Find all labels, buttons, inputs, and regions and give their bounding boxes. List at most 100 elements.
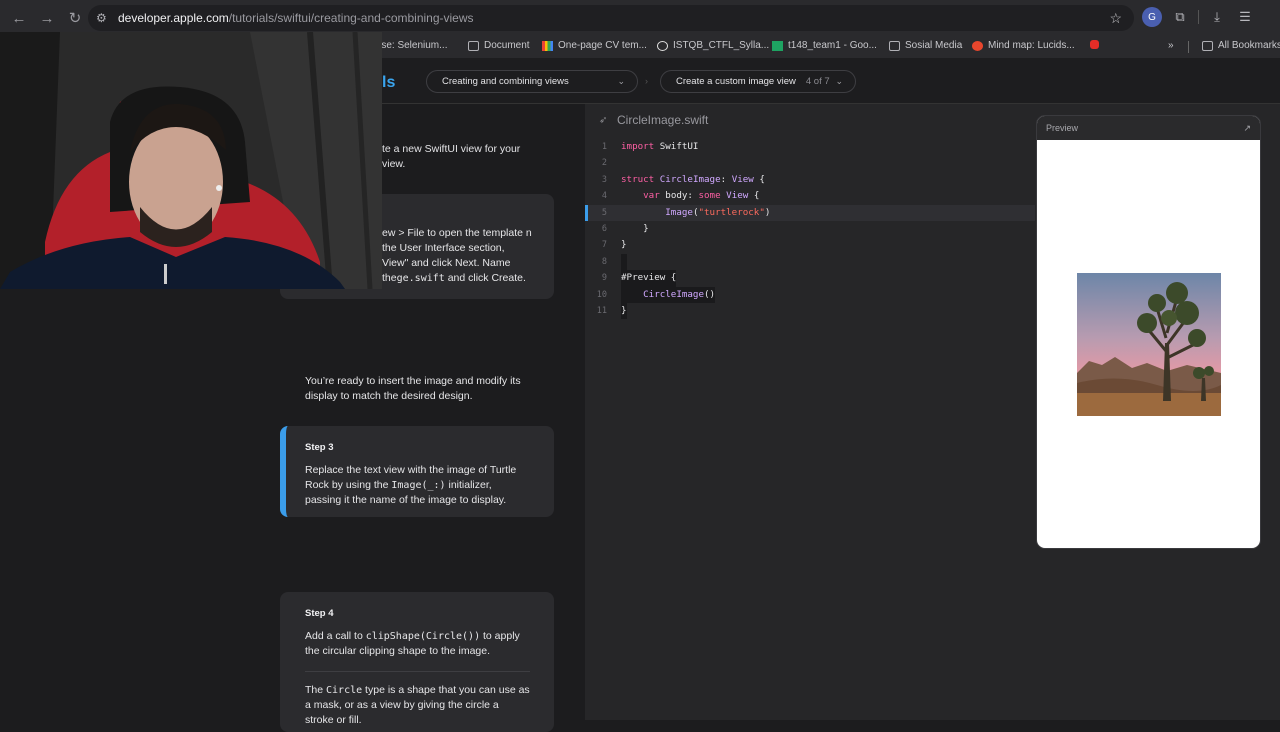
line-number: 7 — [601, 240, 607, 251]
step-body: The Circle type is a shape that you can … — [305, 683, 530, 728]
bookmark-item[interactable]: t148_team1 - Goo... — [772, 40, 877, 51]
line-number: 11 — [596, 305, 607, 316]
preview-panel: Preview ↗ — [1036, 115, 1261, 549]
globe-icon — [657, 40, 668, 51]
youtube-icon — [1090, 40, 1099, 49]
line-number: 6 — [601, 223, 607, 234]
code-line: 6 } — [585, 221, 1035, 237]
more-bookmarks-label: » — [1168, 40, 1174, 51]
step-title: Step 3 — [305, 442, 334, 453]
code-text: import SwiftUI — [621, 141, 699, 152]
address-bar[interactable]: ⚙ developer.apple.com/tutorials/swiftui/… — [88, 5, 1134, 31]
bookmark-label: Document — [484, 40, 530, 51]
bookmark-star-icon[interactable]: ☆ — [1109, 10, 1122, 27]
code-line-highlighted: 5 Image("turtlerock") — [585, 204, 1035, 222]
bookmark-item[interactable] — [1090, 40, 1099, 49]
all-bookmarks-label: All Bookmarks — [1218, 40, 1280, 51]
breadcrumb-separator-icon: › — [645, 76, 648, 86]
bookmark-item[interactable]: Sosial Media — [889, 40, 962, 51]
chevron-down-icon: ⌄ — [835, 76, 843, 86]
google-favicon-icon — [542, 40, 553, 51]
code-text: } — [621, 302, 627, 320]
bookmark-item[interactable]: rse: Selenium... — [378, 40, 447, 51]
bookmark-item[interactable]: One-page CV tem... — [542, 40, 647, 51]
site-info-icon[interactable]: ⚙ — [96, 11, 118, 25]
preview-title: Preview — [1046, 123, 1079, 133]
bookmark-label: One-page CV tem... — [558, 40, 647, 51]
section-select[interactable]: Create a custom image view 4 of 7 ⌄ — [660, 70, 856, 93]
step-code: Image(_:) — [391, 480, 446, 491]
bookmarks-divider — [1188, 41, 1189, 53]
folder-icon — [889, 40, 900, 51]
browser-toolbar: ← → ↻ ⚙ developer.apple.com/tutorials/sw… — [0, 0, 1280, 36]
step-code: Circle — [326, 685, 363, 696]
code-text: } — [621, 222, 649, 234]
turtlerock-image — [1077, 273, 1221, 416]
reload-icon[interactable]: ↻ — [62, 5, 88, 31]
bookmark-item[interactable]: Document — [468, 40, 530, 51]
code-text: Image("turtlerock") — [665, 206, 771, 218]
divider — [305, 671, 530, 672]
tutorial-select[interactable]: Creating and combining views ⌄ — [426, 70, 638, 93]
profile-menu-icon[interactable]: ☰ — [1235, 7, 1255, 27]
bookmark-item[interactable]: Mind map: Lucids... — [972, 40, 1075, 51]
line-number: 8 — [601, 256, 607, 267]
translate-extension-icon[interactable]: G — [1142, 7, 1162, 27]
line-number: 3 — [601, 174, 607, 185]
extensions-area: G ⧉ ⤓ ☰ — [1142, 7, 1255, 27]
file-name: CircleImage.swift — [617, 113, 709, 127]
code-line: 2 — [585, 155, 1035, 171]
bookmark-label: Sosial Media — [905, 40, 963, 51]
sheets-icon — [772, 40, 783, 51]
back-icon[interactable]: ← — [6, 5, 32, 31]
step-body: Replace the text view with the image of … — [305, 463, 530, 508]
step-title: Step 4 — [305, 608, 334, 619]
code-line: 7} — [585, 237, 1035, 253]
code-text: } — [621, 239, 627, 251]
step-body: Add a call to clipShape(Circle()) to app… — [305, 629, 530, 659]
preview-header: Preview ↗ — [1037, 116, 1260, 140]
code-line: 10 CircleImage() — [585, 286, 1035, 303]
line-number: 1 — [601, 142, 607, 152]
code-text: CircleImage() — [621, 286, 716, 303]
line-number: 5 — [601, 207, 607, 218]
folder-icon — [468, 40, 479, 51]
bookmark-label: t148_team1 - Goo... — [788, 40, 877, 51]
code-line: 1 import SwiftUI — [585, 139, 1035, 155]
file-tab: ➶ CircleImage.swift — [599, 113, 708, 127]
step-intro-text: te a new SwiftUI view for your view. — [382, 143, 521, 170]
bookmark-item[interactable]: ISTQB_CTFL_Sylla... — [657, 40, 769, 51]
step-text: The — [305, 684, 327, 696]
section-select-label: Create a custom image view — [676, 76, 796, 87]
step-text: and click Create. — [444, 272, 526, 284]
bookmark-label: Mind map: Lucids... — [988, 40, 1075, 51]
code-text: var body: some View { — [643, 190, 760, 202]
swift-icon: ➶ — [599, 115, 608, 126]
tutorial-select-label: Creating and combining views — [442, 76, 569, 87]
chevron-down-icon: ⌄ — [617, 76, 625, 86]
line-number: 2 — [601, 158, 607, 169]
section-paragraph: You’re ready to insert the image and mod… — [305, 375, 521, 402]
step-code: clipShape(Circle()) — [365, 631, 481, 642]
line-number: 10 — [596, 289, 607, 300]
code-line: 4 var body: some View { — [585, 188, 1035, 204]
brand-title[interactable]: ls — [382, 74, 395, 92]
expand-icon[interactable]: ↗ — [1243, 123, 1251, 134]
all-bookmarks-button[interactable]: All Bookmarks — [1202, 40, 1280, 51]
code-line: 9 #Preview { — [585, 270, 1035, 287]
step-4-card[interactable]: Step 4 Add a call to clipShape(Circle())… — [280, 592, 554, 732]
code-line: 3 struct CircleImage: View { — [585, 172, 1035, 188]
code-listing[interactable]: 1 import SwiftUI 2 3 struct CircleImage: V… — [585, 139, 1035, 320]
step-3-card[interactable]: Step 3 Replace the text view with the im… — [280, 426, 554, 517]
section-counter: 4 of 7 — [805, 76, 830, 87]
download-icon[interactable]: ⤓ — [1207, 7, 1227, 27]
more-bookmarks-button[interactable]: » — [1168, 40, 1174, 51]
folder-icon — [1202, 40, 1213, 51]
url-path: /tutorials/swiftui/creating-and-combinin… — [228, 11, 474, 25]
forward-icon[interactable]: → — [34, 5, 60, 31]
code-line: 8 — [585, 253, 1035, 271]
lucid-icon — [972, 40, 983, 51]
extensions-puzzle-icon[interactable]: ⧉ — [1170, 7, 1190, 27]
line-number: 9 — [601, 273, 607, 284]
code-line: 11} — [585, 302, 1035, 320]
